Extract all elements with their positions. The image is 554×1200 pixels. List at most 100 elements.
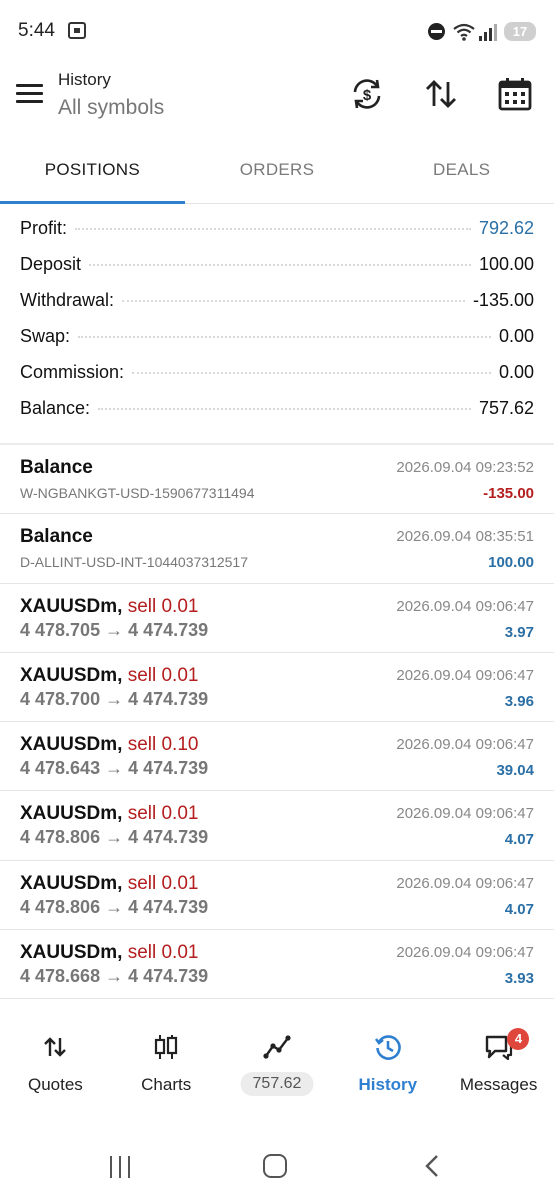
list-item-balance-withdrawal[interactable]: Balance W-NGBANKGT-USD-1590677311494 202… (0, 445, 554, 515)
deal-amount: 3.97 (504, 623, 534, 641)
deal-amount: -135.00 (483, 485, 534, 502)
deal-side: sell 0.10 (127, 734, 199, 756)
summary-panel: Profit: 792.62 Deposit 100.00 Withdrawal… (20, 218, 534, 434)
calendar-icon (498, 78, 532, 111)
summary-value: 792.62 (478, 218, 534, 238)
deal-prices: 4 478.705 → 4 474.739 (20, 619, 209, 640)
deal-amount: 100.00 (488, 554, 534, 572)
back-icon[interactable] (422, 1154, 442, 1178)
bottom-navigation: Quotes Charts 757.62 History 4 Messages (0, 1020, 554, 1110)
deal-prices: 4 478.700 → 4 474.739 (20, 688, 209, 709)
deal-time: 2026.09.04 09:06:47 (396, 944, 534, 962)
deal-symbol: XAUUSDm, (20, 734, 123, 756)
quotes-icon (40, 1032, 70, 1062)
deal-prices: 4 478.668 → 4 474.739 (20, 966, 209, 987)
deal-symbol: XAUUSDm, (20, 872, 123, 894)
app-header: History All symbols $ (0, 62, 554, 138)
summary-value: 0.00 (498, 362, 534, 382)
deal-prices: 4 478.643 → 4 474.739 (20, 758, 209, 779)
summary-row-balance: Balance: 757.62 (20, 398, 534, 434)
summary-value: 100.00 (478, 254, 534, 274)
deal-title: Balance (20, 457, 93, 478)
nav-label: Charts (141, 1075, 192, 1094)
deal-time: 2026.09.04 08:35:51 (396, 528, 534, 546)
currency-refresh-button[interactable]: $ (347, 74, 387, 114)
summary-label: Profit: (20, 218, 68, 238)
symbol-filter[interactable]: All symbols (58, 96, 164, 120)
deal-side: sell 0.01 (127, 872, 199, 894)
deal-time: 2026.09.04 09:06:47 (396, 805, 534, 823)
battery-icon: 17 (504, 22, 536, 41)
list-item-trade[interactable]: XAUUSDm, sell 0.10 4 478.643 → 4 474.739… (0, 722, 554, 792)
list-item-trade[interactable]: XAUUSDm, sell 0.01 4 478.705 → 4 474.739… (0, 584, 554, 653)
nav-label: Quotes (27, 1075, 83, 1094)
deal-amount: 4.07 (504, 900, 534, 918)
summary-label: Balance: (20, 398, 91, 418)
candlestick-chart-icon (151, 1032, 181, 1062)
summary-value: -135.00 (472, 290, 534, 310)
dotted-leader (122, 300, 465, 302)
dotted-leader (132, 372, 491, 374)
deal-amount: 3.93 (504, 970, 534, 988)
list-item-trade[interactable]: XAUUSDm, sell 0.01 4 478.700 → 4 474.739… (0, 653, 554, 723)
deal-time: 2026.09.04 09:23:52 (396, 459, 534, 476)
summary-row-commission: Commission: 0.00 (20, 362, 534, 398)
deal-time: 2026.09.04 09:06:47 (396, 736, 534, 754)
deal-title: Balance (20, 526, 93, 548)
calendar-button[interactable] (495, 74, 535, 114)
deal-time: 2026.09.04 09:06:47 (396, 597, 534, 615)
nav-quotes[interactable]: Quotes (0, 1020, 111, 1110)
status-bar: 5:44 17 (0, 0, 554, 62)
summary-row-swap: Swap: 0.00 (20, 326, 534, 362)
nav-label: Messages (459, 1075, 538, 1094)
deal-amount: 3.96 (504, 692, 534, 710)
sort-arrows-icon (426, 80, 456, 108)
svg-text:$: $ (363, 87, 372, 104)
tab-orders[interactable]: ORDERS (185, 138, 370, 203)
dotted-leader (75, 228, 471, 230)
list-item-trade[interactable]: XAUUSDm, sell 0.01 4 478.806 → 4 474.739… (0, 861, 554, 931)
dotted-leader (78, 336, 491, 338)
deal-comment: D-ALLINT-USD-INT-1044037312517 (20, 554, 249, 571)
wifi-icon (453, 23, 475, 41)
tab-deals[interactable]: DEALS (369, 138, 554, 203)
tab-positions[interactable]: POSITIONS (0, 138, 185, 204)
summary-row-withdrawal: Withdrawal: -135.00 (20, 290, 534, 326)
balance-pill: 757.62 (240, 1072, 314, 1096)
nav-charts[interactable]: Charts (111, 1020, 222, 1110)
summary-row-deposit: Deposit 100.00 (20, 254, 534, 290)
home-icon[interactable] (263, 1154, 287, 1178)
currency-refresh-icon: $ (353, 79, 381, 109)
deal-side: sell 0.01 (127, 595, 199, 617)
page-title: History (58, 70, 111, 89)
signal-icon (479, 24, 497, 41)
status-time: 5:44 (18, 20, 55, 41)
system-navigation-bar (0, 1130, 554, 1200)
summary-row-profit: Profit: 792.62 (20, 218, 534, 254)
deal-time: 2026.09.04 09:06:47 (396, 666, 534, 684)
deal-symbol: XAUUSDm, (20, 664, 123, 686)
list-item-balance-deposit[interactable]: Balance D-ALLINT-USD-INT-1044037312517 2… (0, 514, 554, 584)
unread-badge: 4 (507, 1028, 530, 1050)
summary-label: Commission: (20, 362, 125, 382)
recent-apps-icon[interactable] (108, 1156, 132, 1178)
deal-time: 2026.09.04 09:06:47 (396, 874, 534, 892)
deal-side: sell 0.01 (127, 942, 199, 964)
list-item-trade[interactable]: XAUUSDm, sell 0.01 4 478.806 → 4 474.739… (0, 791, 554, 861)
nav-trade[interactable]: 757.62 (222, 1020, 333, 1110)
history-tabs: POSITIONS ORDERS DEALS (0, 138, 554, 204)
summary-value: 0.00 (498, 326, 534, 346)
sort-button[interactable] (421, 74, 461, 114)
deal-side: sell 0.01 (127, 803, 199, 825)
nav-history[interactable]: History (332, 1020, 443, 1110)
nav-label: History (358, 1075, 418, 1094)
deal-side: sell 0.01 (127, 664, 199, 686)
summary-label: Withdrawal: (20, 290, 115, 310)
list-item-trade[interactable]: XAUUSDm, sell 0.01 4 478.668 → 4 474.739… (0, 930, 554, 1000)
hamburger-menu-icon[interactable] (16, 84, 43, 104)
dotted-leader (98, 408, 471, 410)
summary-label: Deposit (20, 254, 82, 274)
nav-messages[interactable]: 4 Messages (443, 1020, 554, 1110)
trade-line-icon (262, 1032, 292, 1062)
summary-value: 757.62 (478, 398, 534, 418)
